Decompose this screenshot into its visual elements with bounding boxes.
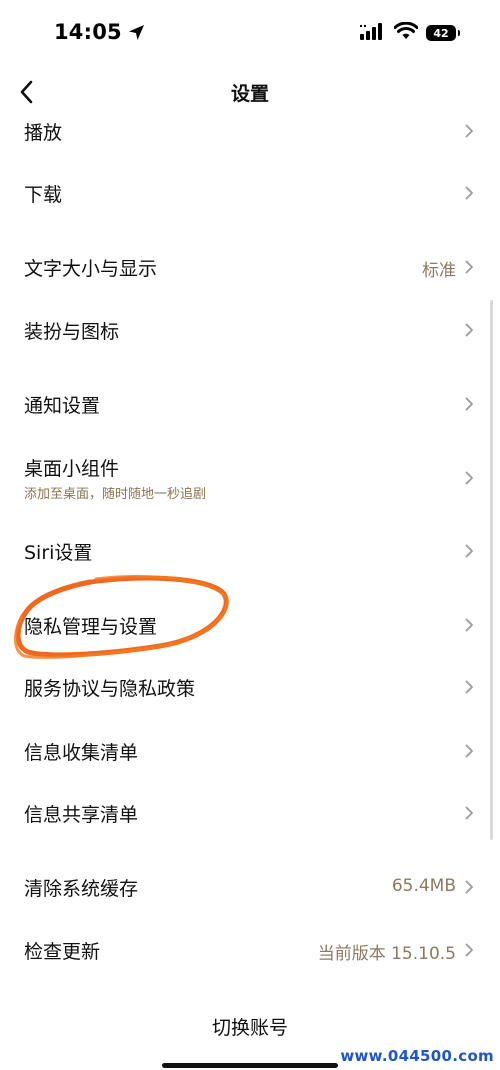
settings-row-clear-cache[interactable]: 清除系统缓存 65.4MB (0, 866, 500, 906)
status-time: 14:05 (54, 20, 122, 44)
chevron-right-icon (465, 124, 473, 138)
chevron-right-icon (465, 260, 473, 274)
row-label: 信息收集清单 (24, 742, 139, 764)
chevron-right-icon (465, 806, 473, 820)
settings-row-info-collection[interactable]: 信息收集清单 (0, 730, 500, 770)
row-label: 检查更新 (24, 941, 101, 963)
chevron-right-icon (465, 744, 473, 758)
settings-row-text-size[interactable]: 文字大小与显示 标准 (0, 246, 500, 286)
row-label: 通知设置 (24, 395, 101, 417)
settings-row-info-sharing[interactable]: 信息共享清单 (0, 792, 500, 832)
settings-row-appearance[interactable]: 装扮与图标 (0, 310, 500, 350)
chevron-right-icon (465, 943, 473, 957)
battery-icon: 42 (426, 25, 460, 41)
settings-row-check-update[interactable]: 检查更新 当前版本 15.10.5 (0, 930, 500, 970)
settings-row-playback[interactable]: 播放 (0, 112, 500, 152)
row-label: 下载 (24, 184, 63, 206)
scroll-indicator[interactable] (490, 300, 493, 840)
chevron-right-icon (465, 471, 473, 485)
row-label: 装扮与图标 (24, 321, 120, 343)
wifi-icon (393, 21, 419, 44)
settings-row-download[interactable]: 下载 (0, 172, 500, 212)
settings-row-privacy[interactable]: 隐私管理与设置 (0, 604, 500, 644)
chevron-right-icon (465, 880, 473, 894)
row-label: Siri设置 (24, 542, 93, 564)
nav-bar: 设置 (0, 68, 500, 116)
settings-row-siri[interactable]: Siri设置 (0, 530, 500, 570)
row-value: 标准 (422, 261, 456, 281)
chevron-right-icon (465, 397, 473, 411)
signal-icon (360, 22, 386, 44)
chevron-right-icon (465, 618, 473, 632)
battery-level: 42 (433, 26, 449, 40)
chevron-right-icon (465, 323, 473, 337)
row-subtitle: 添加至桌面，随时随地一秒追剧 (24, 487, 207, 502)
watermark-text: www.044500.com (340, 1047, 494, 1065)
chevron-right-icon (465, 544, 473, 558)
row-label: 文字大小与显示 (24, 258, 158, 280)
chevron-right-icon (465, 186, 473, 200)
row-label: 播放 (24, 122, 63, 144)
page-title: 设置 (230, 83, 269, 105)
settings-row-terms[interactable]: 服务协议与隐私政策 (0, 666, 500, 706)
status-time-group: 14:05 (54, 20, 145, 44)
row-label: 服务协议与隐私政策 (24, 678, 196, 700)
status-bar: 14:05 42 (0, 0, 500, 68)
row-label: 隐私管理与设置 (24, 616, 158, 638)
home-indicator[interactable] (162, 1063, 338, 1068)
chevron-right-icon (465, 680, 473, 694)
switch-account-button[interactable]: 切换账号 (0, 1013, 500, 1040)
settings-row-widget[interactable]: 桌面小组件 添加至桌面，随时随地一秒追剧 (0, 446, 500, 508)
settings-row-notifications[interactable]: 通知设置 (0, 384, 500, 424)
row-value: 65.4MB (391, 876, 456, 896)
row-value: 当前版本 15.10.5 (317, 944, 456, 964)
row-label: 清除系统缓存 (24, 878, 139, 900)
row-label: 信息共享清单 (24, 804, 139, 826)
location-arrow-icon (128, 24, 145, 41)
row-label: 桌面小组件 (24, 458, 120, 480)
status-indicators: 42 (360, 21, 460, 44)
